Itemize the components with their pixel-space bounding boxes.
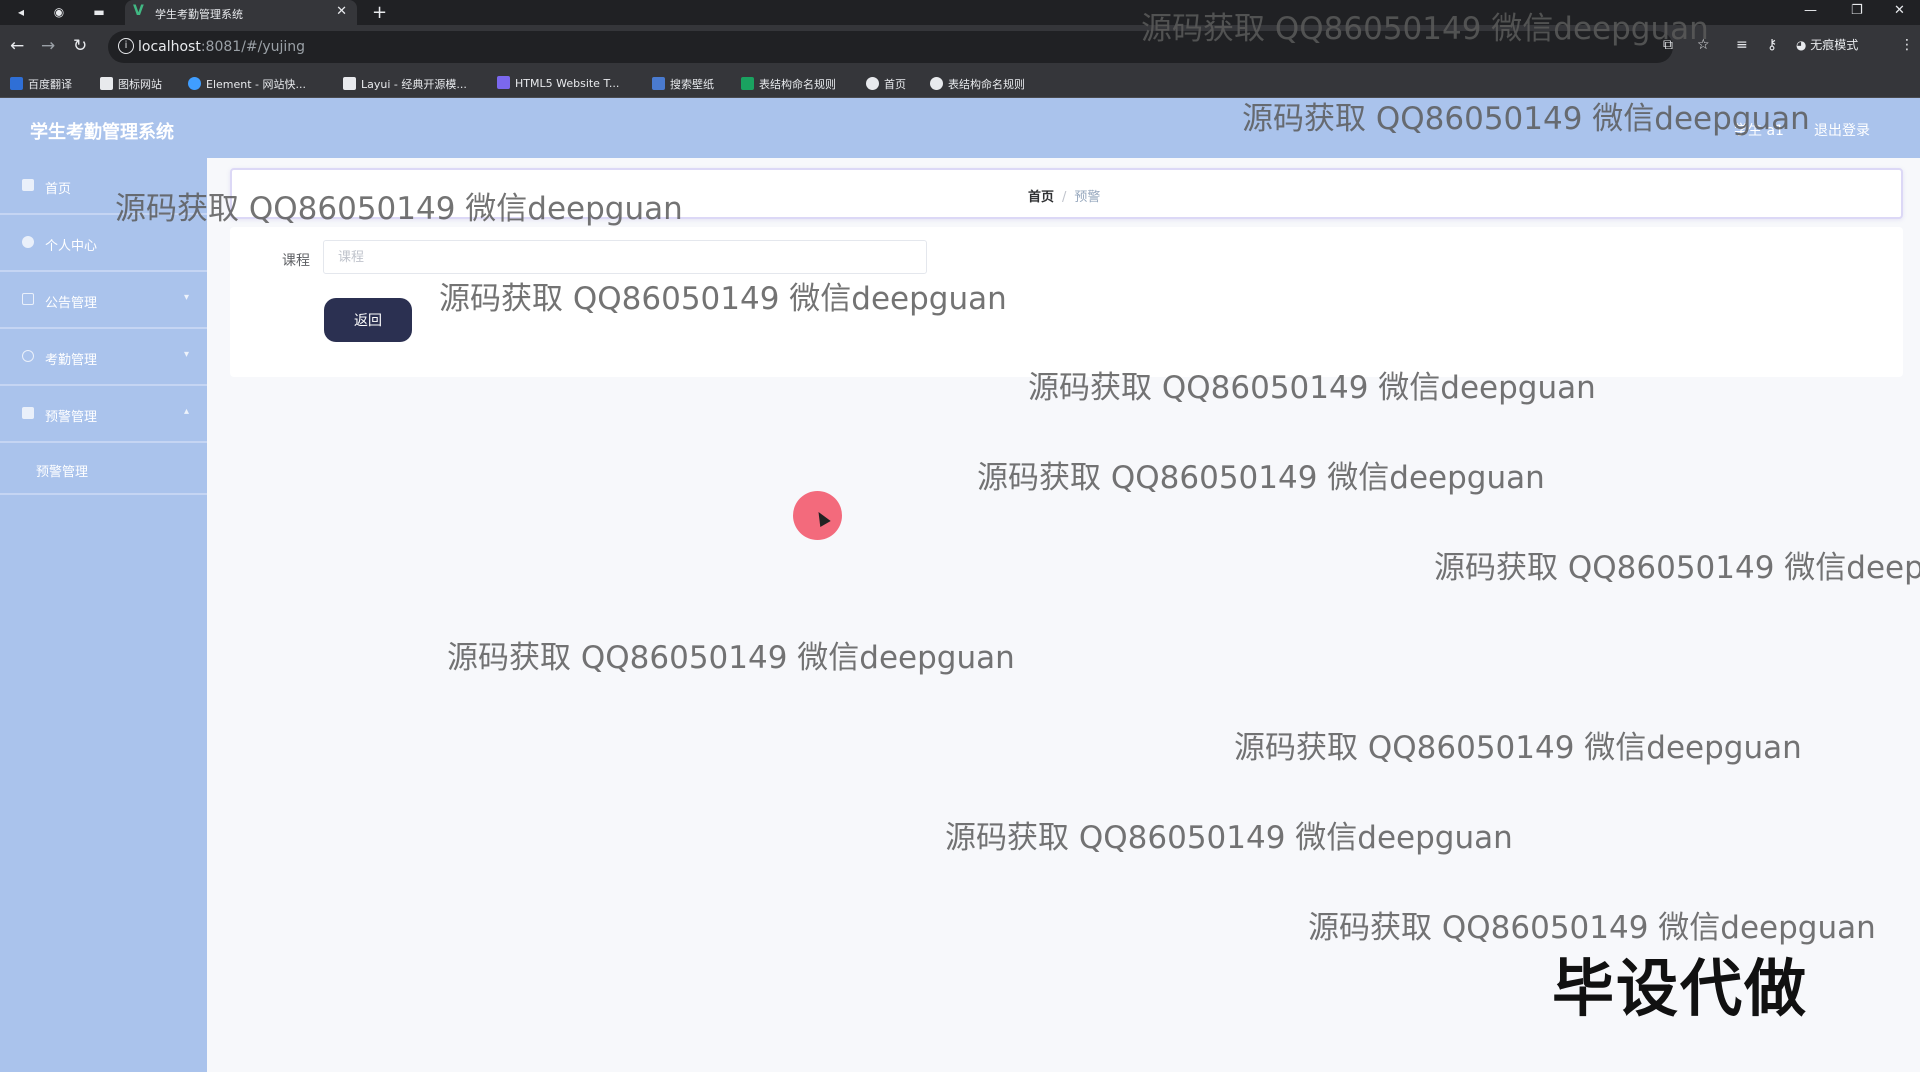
logout-link[interactable]: 退出登录	[1814, 120, 1870, 140]
browser-menu-icon[interactable]: ⋮	[1900, 37, 1914, 53]
watermark-text: 源码获取 QQ86050149 微信deepguan	[115, 191, 683, 227]
sidebar-subitem-warning-manage[interactable]: 预警管理	[0, 443, 207, 495]
home-icon	[22, 179, 34, 191]
sidebar-item-label: 公告管理	[45, 296, 98, 311]
bookmark-item[interactable]: 搜索壁纸	[652, 76, 714, 92]
site-info-icon[interactable]: i	[118, 38, 134, 54]
watermark-text: 源码获取 QQ86050149 微信deepguan	[1434, 550, 1920, 586]
bookmark-favicon-icon	[10, 77, 23, 90]
reload-icon[interactable]: ↻	[73, 36, 87, 56]
watermark-text: 源码获取 QQ86050149 微信deepguan	[1028, 370, 1596, 406]
globe-icon	[930, 77, 943, 90]
incognito-indicator[interactable]: ◕ 无痕模式	[1796, 36, 1858, 53]
flag-icon	[100, 77, 113, 90]
sidebar-item-attendance[interactable]: 考勤管理 ▾	[0, 329, 207, 386]
url-text: localhost:8081/#/yujing	[138, 39, 306, 55]
chrome-icon[interactable]: ◉	[50, 4, 68, 20]
sheet-icon	[741, 77, 754, 90]
chevron-down-icon: ▾	[183, 292, 189, 303]
watermark-text: 源码获取 QQ86050149 微信deepguan	[1234, 730, 1802, 766]
watermark-text: 源码获取 QQ86050149 微信deepguan	[447, 640, 1015, 676]
bookmark-item[interactable]: 表结构命名规则	[930, 76, 1025, 92]
chevron-up-icon: ▴	[183, 406, 189, 417]
sidebar-item-label: 个人中心	[45, 239, 98, 254]
forward-nav-icon[interactable]: →	[41, 36, 55, 56]
bookmark-item[interactable]: HTML5 Website T...	[497, 76, 619, 90]
watermark-text: 源码获取 QQ86050149 微信deepguan	[1141, 11, 1709, 47]
tab-title: 学生考勤管理系统	[155, 8, 243, 21]
bookmark-item[interactable]: Layui - 经典开源模...	[343, 76, 467, 92]
bookmark-item[interactable]: 图标网站	[100, 76, 162, 92]
window-close-icon[interactable]: ✕	[1894, 3, 1905, 18]
back-nav-icon[interactable]: ←	[10, 36, 24, 56]
notice-icon	[22, 293, 34, 305]
breadcrumb-separator: /	[1062, 190, 1067, 205]
warning-icon	[22, 407, 34, 419]
user-icon	[22, 236, 34, 248]
incognito-icon: ◕	[1796, 38, 1811, 52]
stamp-text: 毕设代做	[1552, 952, 1809, 1025]
element-logo-icon	[188, 77, 201, 90]
course-label: 课程	[282, 253, 310, 269]
speaker-icon[interactable]: ◂	[12, 4, 30, 20]
tab-search-icon[interactable]: ▬	[90, 4, 108, 20]
sidebar-item-label: 预警管理	[45, 410, 98, 425]
bookmark-item[interactable]: Element - 网站快...	[188, 76, 306, 92]
attendance-icon	[22, 350, 34, 362]
breadcrumb-current: 预警	[1074, 190, 1101, 205]
breadcrumb-home[interactable]: 首页	[1028, 190, 1054, 205]
chevron-down-icon: ▾	[183, 349, 189, 360]
sidebar-item-label: 考勤管理	[45, 353, 98, 368]
reading-list-icon[interactable]: ≡	[1736, 37, 1748, 53]
watermark-text: 源码获取 QQ86050149 微信deepguan	[945, 820, 1513, 856]
app-title: 学生考勤管理系统	[30, 122, 174, 143]
breadcrumb: 首页 / 预警	[1028, 186, 1100, 205]
watermark-text: 源码获取 QQ86050149 微信deepguan	[1242, 101, 1810, 137]
globe-icon	[866, 77, 879, 90]
sidebar: 首页 个人中心 公告管理 ▾ 考勤管理 ▾ 预警管理 ▴ 预警管理	[0, 158, 207, 1072]
restore-icon[interactable]: ❐	[1851, 3, 1863, 18]
bookmark-item[interactable]: 首页	[866, 76, 906, 92]
password-key-icon[interactable]: ⚷	[1767, 37, 1777, 53]
minimize-icon[interactable]: —	[1804, 3, 1817, 18]
vue-logo-icon: V	[133, 3, 144, 19]
browser-tab[interactable]: V 学生考勤管理系统 ✕	[125, 0, 357, 25]
bookmark-item[interactable]: 表结构命名规则	[741, 76, 836, 92]
wallpaper-icon	[652, 77, 665, 90]
html5-logo-icon	[497, 76, 510, 89]
watermark-text: 源码获取 QQ86050149 微信deepguan	[977, 460, 1545, 496]
bookmark-item[interactable]: 百度翻译	[10, 76, 72, 92]
course-input[interactable]	[323, 240, 927, 274]
sidebar-item-label: 首页	[45, 182, 72, 197]
sidebar-subitem-label: 预警管理	[36, 465, 89, 480]
tab-close-icon[interactable]: ✕	[336, 4, 347, 19]
watermark-text: 源码获取 QQ86050149 微信deepguan	[439, 281, 1007, 317]
back-button[interactable]: 返回	[324, 298, 412, 342]
layui-logo-icon	[343, 77, 356, 90]
new-tab-icon[interactable]: +	[372, 2, 387, 23]
sidebar-item-warning[interactable]: 预警管理 ▴	[0, 386, 207, 443]
sidebar-item-notice[interactable]: 公告管理 ▾	[0, 272, 207, 329]
